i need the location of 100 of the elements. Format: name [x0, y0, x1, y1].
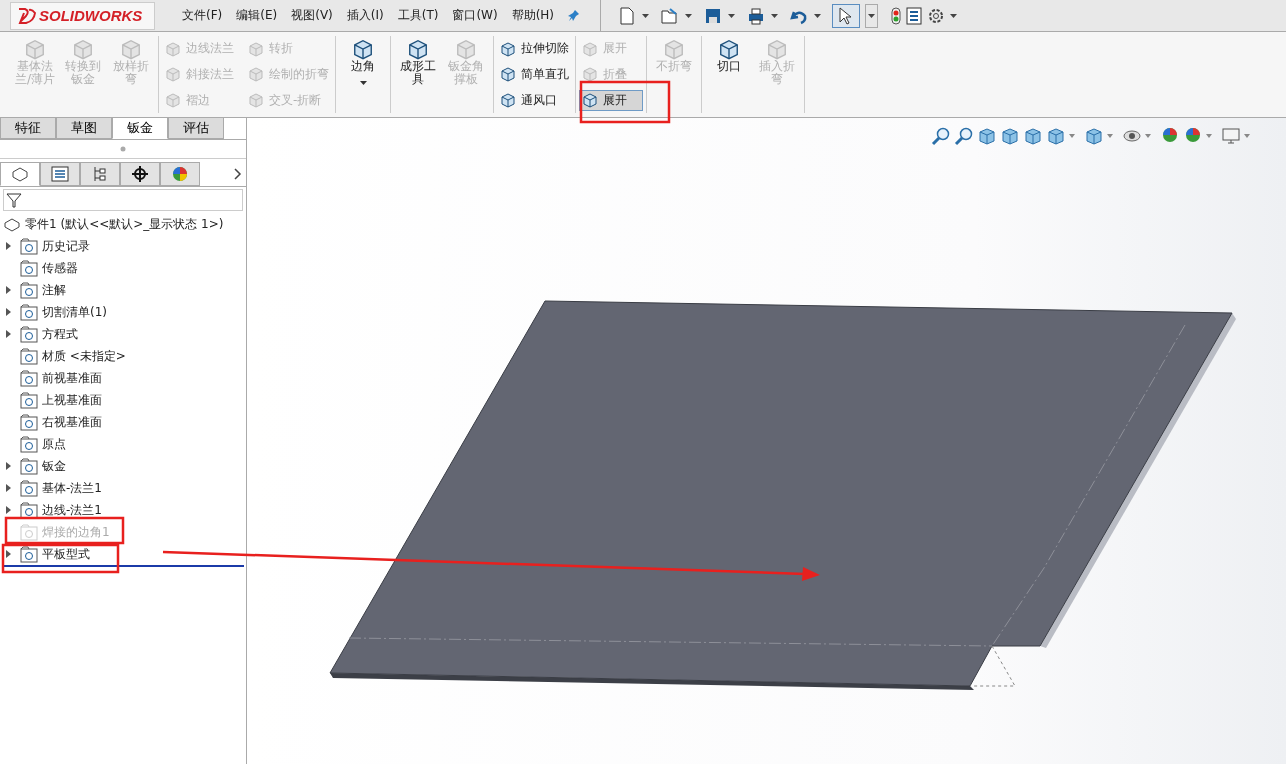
sheet-metal-icon — [165, 40, 181, 57]
dimxpert-tab[interactable] — [120, 162, 160, 186]
dropdown-caret-icon[interactable] — [728, 13, 735, 18]
tree-item[interactable]: 原点 — [42, 435, 66, 453]
sheet-metal-icon — [766, 38, 788, 60]
command-tab[interactable]: 特征 — [0, 118, 56, 139]
tree-item[interactable]: 传感器 — [42, 259, 78, 277]
expand-arrow-icon[interactable] — [6, 308, 11, 316]
ds-logo-icon — [17, 6, 37, 25]
sheet-metal-icon — [248, 66, 264, 83]
tree-item[interactable]: 平板型式 — [42, 545, 90, 563]
sheet-metal-icon — [582, 66, 598, 83]
tab-icon — [130, 165, 150, 183]
sheet-metal-icon — [582, 92, 598, 109]
feature-icon — [20, 545, 38, 563]
caret-icon — [868, 13, 875, 18]
splitter-handle-icon[interactable] — [120, 146, 126, 152]
feature-icon — [20, 303, 38, 321]
ribbon-button[interactable]: 切口 — [705, 36, 753, 113]
menu-item[interactable]: 视图(V) — [291, 7, 333, 24]
ribbon-button[interactable]: 成形工具 — [394, 36, 442, 113]
feature-icon — [20, 501, 38, 519]
sheet-metal-icon — [72, 38, 94, 60]
zoom-area-icon[interactable] — [954, 126, 974, 146]
feature-icon — [20, 369, 38, 387]
sheet-metal-icon — [582, 40, 598, 57]
dropdown-caret-icon[interactable] — [771, 13, 778, 18]
expand-arrow-icon[interactable] — [6, 550, 11, 558]
traffic-light-icon[interactable] — [891, 6, 901, 25]
tree-item[interactable]: 上视基准面 — [42, 391, 102, 409]
feature-icon — [20, 325, 38, 343]
dropdown-caret-icon[interactable] — [950, 13, 957, 18]
feature-icon — [20, 347, 38, 365]
appearance-tab[interactable] — [160, 162, 200, 186]
tree-item[interactable]: 钣金 — [42, 457, 66, 475]
sheet-metal-icon — [120, 38, 142, 60]
settings-icon[interactable] — [927, 6, 945, 25]
sheet-metal-icon — [24, 38, 46, 60]
expand-arrow-icon[interactable] — [6, 286, 11, 294]
sheet-metal-icon — [248, 92, 264, 109]
logo-text: SOLIDWORKS — [39, 7, 143, 24]
sheet-metal-icon — [500, 66, 516, 83]
tree-item[interactable]: 右视基准面 — [42, 413, 102, 431]
pin-icon[interactable] — [568, 8, 581, 23]
dropdown-caret-icon[interactable] — [814, 13, 821, 18]
list-icon[interactable] — [906, 6, 922, 25]
filter-field[interactable] — [3, 189, 243, 211]
menu-item[interactable]: 编辑(E) — [236, 7, 278, 24]
ribbon-button[interactable]: 边角 — [339, 36, 387, 113]
tree-item[interactable]: 注解 — [42, 281, 66, 299]
chevron-right-icon[interactable] — [234, 168, 242, 180]
expand-arrow-icon[interactable] — [6, 484, 11, 492]
tree-item[interactable]: 前视基准面 — [42, 369, 102, 387]
sheet-metal-icon — [718, 38, 740, 60]
ribbon-button[interactable]: 简单直孔 — [497, 64, 572, 85]
ribbon-button[interactable]: 拉伸切除 — [497, 38, 572, 60]
sheet-metal-icon — [165, 92, 181, 109]
menu-item[interactable]: 插入(I) — [346, 7, 384, 24]
part-icon — [3, 216, 21, 232]
expand-arrow-icon[interactable] — [6, 506, 11, 514]
dropdown-caret-icon[interactable] — [642, 13, 649, 18]
command-tab[interactable]: 草图 — [56, 118, 112, 139]
command-tab[interactable]: 评估 — [168, 118, 224, 139]
part-name[interactable]: 零件1 (默认<<默认>_显示状态 1>) — [25, 215, 224, 233]
tree-item[interactable]: 边线-法兰1 — [42, 501, 102, 519]
ribbon-button[interactable]: 展开 — [579, 89, 643, 111]
tree-item[interactable]: 历史记录 — [42, 237, 90, 255]
feature-icon — [20, 259, 38, 277]
tree-item[interactable]: 切割清单(1) — [42, 303, 107, 321]
tab-icon — [170, 165, 190, 183]
expand-arrow-icon[interactable] — [6, 242, 11, 250]
feature-icon — [20, 237, 38, 255]
expand-arrow-icon[interactable] — [6, 330, 11, 338]
open-folder-icon[interactable] — [660, 5, 680, 26]
sheet-metal-icon — [352, 38, 374, 60]
tab-icon — [10, 165, 30, 183]
new-document-icon[interactable] — [617, 5, 637, 26]
feature-icon — [20, 457, 38, 475]
zoom-to-fit-icon[interactable] — [931, 126, 951, 146]
menu-item[interactable]: 窗口(W) — [452, 7, 498, 24]
ribbon-button[interactable]: 通风口 — [497, 89, 572, 111]
property-tab[interactable] — [40, 162, 80, 186]
menu-item[interactable]: 工具(T) — [397, 7, 439, 24]
menu-item[interactable]: 文件(F) — [182, 7, 223, 24]
dropdown-caret-icon[interactable] — [685, 13, 692, 18]
sheet-metal-icon — [663, 38, 685, 60]
tree-item[interactable]: 材质 <未指定> — [42, 347, 126, 365]
select-dropdown-button[interactable] — [865, 3, 878, 28]
sheet-metal-icon — [165, 66, 181, 83]
tree-item[interactable]: 方程式 — [42, 325, 78, 343]
sheet-metal-icon — [500, 40, 516, 57]
select-button[interactable] — [832, 3, 860, 28]
command-tab[interactable]: 钣金 — [112, 118, 168, 139]
print-icon[interactable] — [746, 5, 766, 26]
menu-item[interactable]: 帮助(H) — [511, 7, 555, 24]
solidworks-logo[interactable]: SOLIDWORKS — [10, 1, 155, 30]
sheet-metal-icon — [500, 92, 516, 109]
feature-tree-tab[interactable] — [0, 162, 40, 186]
tree-item[interactable]: 基体-法兰1 — [42, 479, 102, 497]
expand-arrow-icon[interactable] — [6, 462, 11, 470]
